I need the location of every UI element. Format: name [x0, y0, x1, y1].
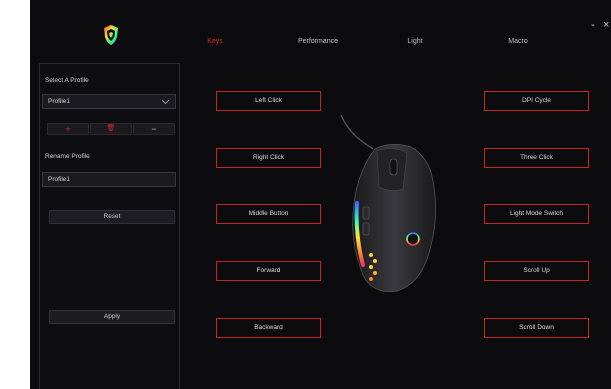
trash-icon: 🗑 — [106, 125, 116, 132]
plus-icon: + — [65, 124, 71, 134]
shield-logo-icon — [104, 25, 118, 45]
minimize-button[interactable]: - — [591, 20, 595, 31]
apply-button[interactable]: Apply — [49, 310, 175, 324]
minus-icon: − — [151, 124, 157, 134]
three-click-button[interactable]: Three Click — [484, 148, 589, 168]
chevron-down-icon — [162, 100, 169, 104]
light-mode-switch-button[interactable]: Light Mode Switch — [484, 204, 589, 224]
forward-button[interactable]: Forward — [216, 261, 321, 281]
remove-profile-button[interactable]: − — [133, 123, 175, 135]
reset-button[interactable]: Reset — [49, 210, 175, 224]
scroll-up-button[interactable]: Scroll Up — [484, 261, 589, 281]
middle-button-button[interactable]: Middle Button — [216, 204, 321, 224]
scroll-down-button[interactable]: Scroll Down — [484, 318, 589, 338]
tab-light[interactable]: Light — [407, 38, 422, 45]
close-button[interactable]: × — [603, 20, 609, 31]
rename-profile-value: Profile1 — [48, 176, 71, 183]
select-profile-label: Select A Profile — [45, 77, 89, 84]
dpi-cycle-button[interactable]: DPI Cycle — [484, 91, 589, 111]
rename-profile-input[interactable]: Profile1 — [42, 172, 176, 187]
mouse-image — [340, 115, 436, 293]
top-bar: Keys Performance Light Macro - × — [30, 0, 611, 64]
left-click-button[interactable]: Left Click — [216, 91, 321, 111]
tab-macro[interactable]: Macro — [508, 38, 527, 45]
add-profile-button[interactable]: + — [47, 123, 89, 135]
tab-keys[interactable]: Keys — [207, 38, 223, 45]
delete-profile-button[interactable]: 🗑 — [90, 123, 132, 135]
profile-select[interactable]: Profile1 — [42, 94, 176, 109]
app-window: Keys Performance Light Macro - × Select … — [30, 0, 611, 389]
right-click-button[interactable]: Right Click — [216, 148, 321, 168]
backward-button[interactable]: Backward — [216, 318, 321, 338]
rename-profile-label: Rename Profile — [45, 153, 90, 160]
profile-sidebar: Select A Profile Profile1 + 🗑 − Rename P… — [39, 63, 180, 389]
profile-select-value: Profile1 — [48, 98, 71, 105]
tab-performance[interactable]: Performance — [298, 38, 338, 45]
